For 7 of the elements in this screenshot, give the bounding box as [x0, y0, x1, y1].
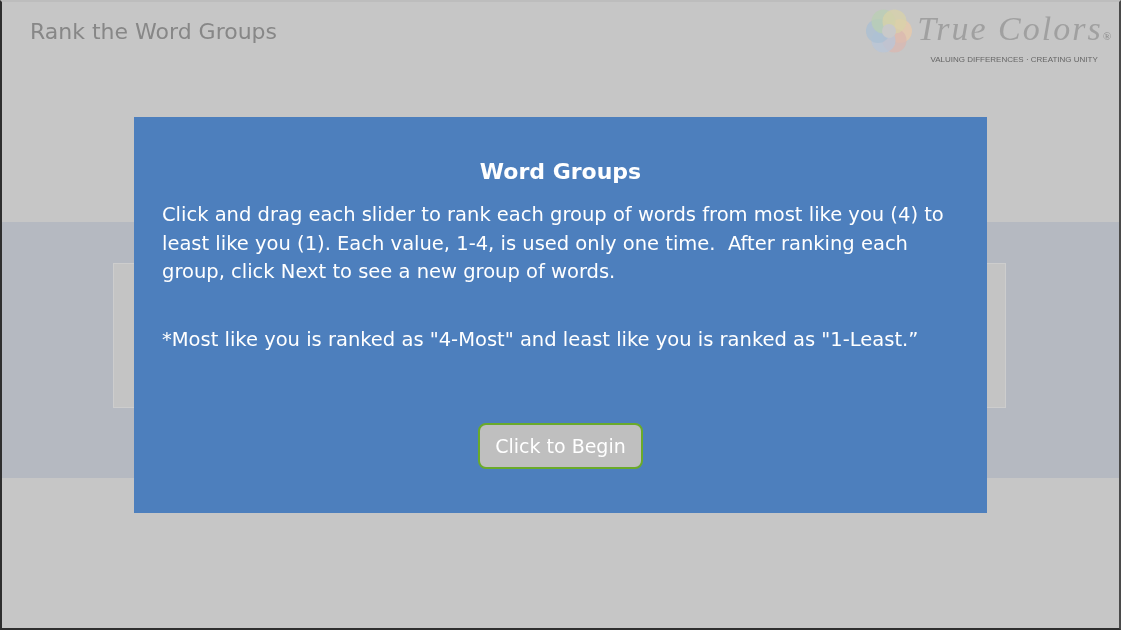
begin-button[interactable]: Click to Begin: [478, 423, 643, 469]
dialog-title: Word Groups: [478, 158, 643, 186]
instruction-text: Click and drag each slider to rank each group of words from most like you (4) to least like you (1). Each value, 1-4, is used only one time. After ranking each group, click Next to see a new group of words.: [162, 202, 945, 285]
instruction-text: *Most like you is ranked as "4-Most" and least like you is ranked as "1-Least.”: [162, 326, 920, 353]
page-title: Rank the Word Groups: [30, 19, 278, 44]
logo-tagline: VALUING DIFFERENCES · CREATING UNITY: [930, 55, 1098, 64]
flower-logo-icon: [865, 6, 914, 56]
